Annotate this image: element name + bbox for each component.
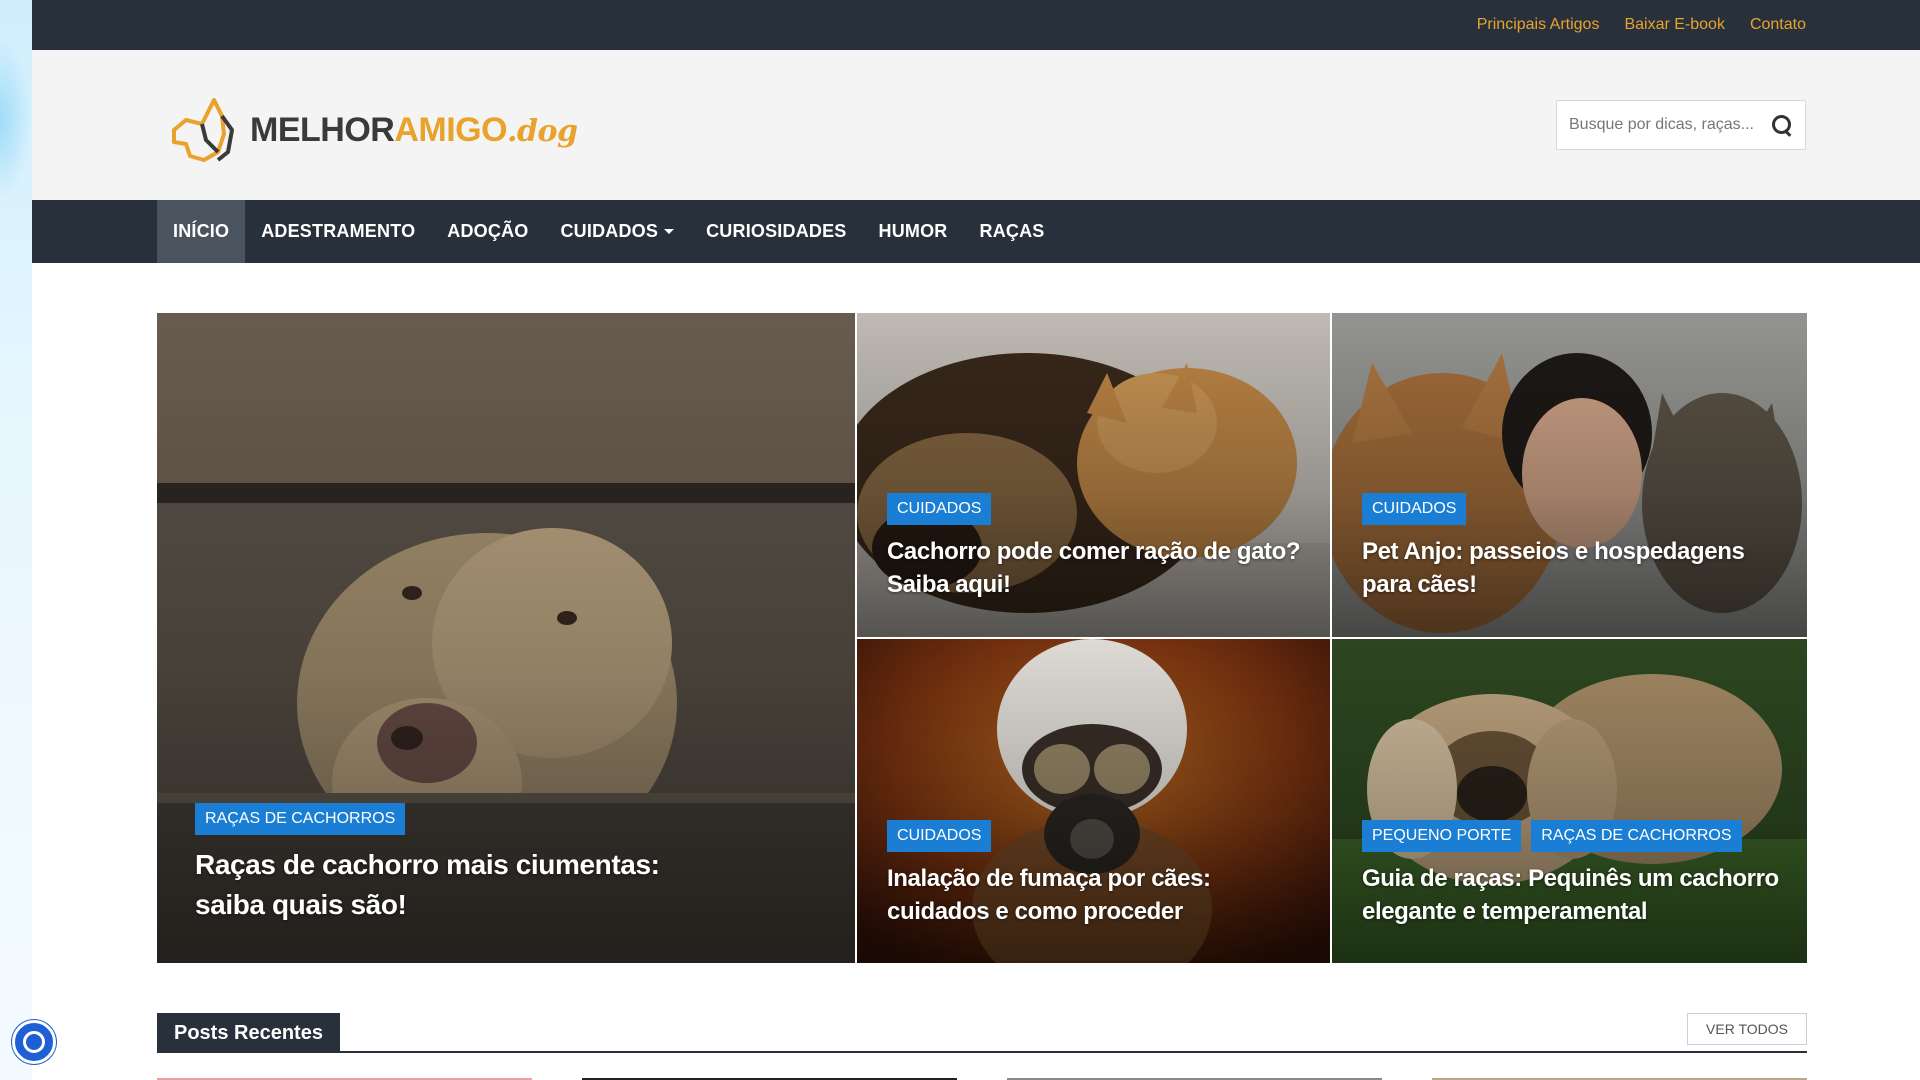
- nav-item-cuidados[interactable]: CUIDADOS: [544, 200, 690, 263]
- nav-item-curiosidades[interactable]: CURIOSIDADES: [690, 200, 862, 263]
- featured-post-3[interactable]: CUIDADOS Pet Anjo: passeios e hospedagen…: [1332, 313, 1807, 637]
- category-badge[interactable]: CUIDADOS: [887, 820, 992, 852]
- nav-item-racas[interactable]: RAÇAS: [964, 200, 1061, 263]
- post-3-categories: CUIDADOS: [1362, 493, 1467, 525]
- logo-text-dog: .dog: [507, 113, 578, 149]
- category-badge[interactable]: PEQUENO PORTE: [1362, 820, 1522, 852]
- nav-item-inicio[interactable]: INÍCIO: [157, 200, 246, 263]
- category-badge[interactable]: CUIDADOS: [1362, 493, 1467, 525]
- post-5-categories: PEQUENO PORTE RAÇAS DE CACHORROS: [1362, 820, 1742, 852]
- top-link-contato[interactable]: Contato: [1750, 16, 1806, 34]
- nav-item-cuidados-label: CUIDADOS: [560, 221, 659, 241]
- featured-post-1[interactable]: RAÇAS DE CACHORROS Raças de cachorro mai…: [157, 313, 855, 963]
- post-2-title-line-2: Saiba aqui!: [887, 571, 1011, 598]
- featured-post-2[interactable]: CUIDADOS Cachorro pode comer ração de ga…: [857, 313, 1330, 637]
- recent-posts-section: Posts Recentes VER TODOS: [157, 1013, 1807, 1080]
- site-logo[interactable]: MELHOR AMIGO .dog: [166, 90, 578, 170]
- post-5-title-line-1: Guia de raças: Pequinês um cachorro: [1362, 865, 1779, 892]
- logo-text-melhor: MELHOR: [250, 110, 395, 149]
- post-1-title-line-2: saiba quais são!: [195, 889, 407, 920]
- top-link-principais-artigos[interactable]: Principais Artigos: [1477, 16, 1600, 34]
- main-nav: INÍCIO ADESTRAMENTO ADOÇÃO CUIDADOS CURI…: [32, 200, 1920, 263]
- post-2-title[interactable]: Cachorro pode comer ração de gato? Saiba…: [887, 535, 1301, 601]
- site-header: MELHOR AMIGO .dog: [32, 50, 1920, 200]
- nav-item-adestramento[interactable]: ADESTRAMENTO: [245, 200, 431, 263]
- recent-posts-title: Posts Recentes: [157, 1013, 340, 1053]
- logo-text-amigo: AMIGO: [394, 110, 508, 149]
- featured-post-4[interactable]: CUIDADOS Inalação de fumaça por cães: cu…: [857, 639, 1330, 963]
- post-1-categories: RAÇAS DE CACHORROS: [195, 803, 406, 835]
- featured-grid: RAÇAS DE CACHORROS Raças de cachorro mai…: [157, 313, 1807, 963]
- post-4-title-line-2: cuidados e como proceder: [887, 898, 1183, 925]
- search-input[interactable]: [1569, 116, 1769, 134]
- logo-text: MELHOR AMIGO .dog: [250, 110, 578, 150]
- post-4-title[interactable]: Inalação de fumaça por cães: cuidados e …: [887, 862, 1211, 928]
- accessibility-icon[interactable]: [12, 1020, 56, 1064]
- post-1-title[interactable]: Raças de cachorro mais ciumentas: saiba …: [195, 845, 660, 925]
- featured-post-5[interactable]: PEQUENO PORTE RAÇAS DE CACHORROS Guia de…: [1332, 639, 1807, 963]
- post-3-title[interactable]: Pet Anjo: passeios e hospedagens para cã…: [1362, 535, 1745, 601]
- post-3-title-line-1: Pet Anjo: passeios e hospedagens: [1362, 538, 1745, 565]
- post-5-title-line-2: elegante e temperamental: [1362, 898, 1648, 925]
- post-2-categories: CUIDADOS: [887, 493, 992, 525]
- nav-item-adocao[interactable]: ADOÇÃO: [431, 200, 544, 263]
- recent-posts-header: Posts Recentes VER TODOS: [157, 1013, 1807, 1053]
- post-4-title-line-1: Inalação de fumaça por cães:: [887, 865, 1211, 892]
- nav-item-humor[interactable]: HUMOR: [863, 200, 964, 263]
- post-2-title-line-1: Cachorro pode comer ração de gato?: [887, 538, 1301, 565]
- top-bar: Principais Artigos Baixar E-book Contato: [32, 0, 1920, 50]
- category-badge[interactable]: RAÇAS DE CACHORROS: [195, 803, 406, 835]
- post-4-categories: CUIDADOS: [887, 820, 992, 852]
- search-icon[interactable]: [1771, 114, 1793, 136]
- post-3-title-line-2: para cães!: [1362, 571, 1477, 598]
- post-5-title[interactable]: Guia de raças: Pequinês um cachorro eleg…: [1362, 862, 1779, 928]
- top-links: Principais Artigos Baixar E-book Contato: [1477, 0, 1806, 50]
- page: Principais Artigos Baixar E-book Contato…: [32, 0, 1920, 1080]
- post-1-title-line-1: Raças de cachorro mais ciumentas:: [195, 849, 660, 880]
- search-box: [1556, 100, 1806, 150]
- left-decorative-strip: [0, 0, 32, 1080]
- dog-cat-logo-icon: [172, 98, 234, 162]
- category-badge[interactable]: RAÇAS DE CACHORROS: [1531, 820, 1742, 852]
- category-badge[interactable]: CUIDADOS: [887, 493, 992, 525]
- view-all-button[interactable]: VER TODOS: [1687, 1013, 1807, 1045]
- caret-down-icon: [664, 229, 675, 234]
- top-link-baixar-ebook[interactable]: Baixar E-book: [1624, 16, 1725, 34]
